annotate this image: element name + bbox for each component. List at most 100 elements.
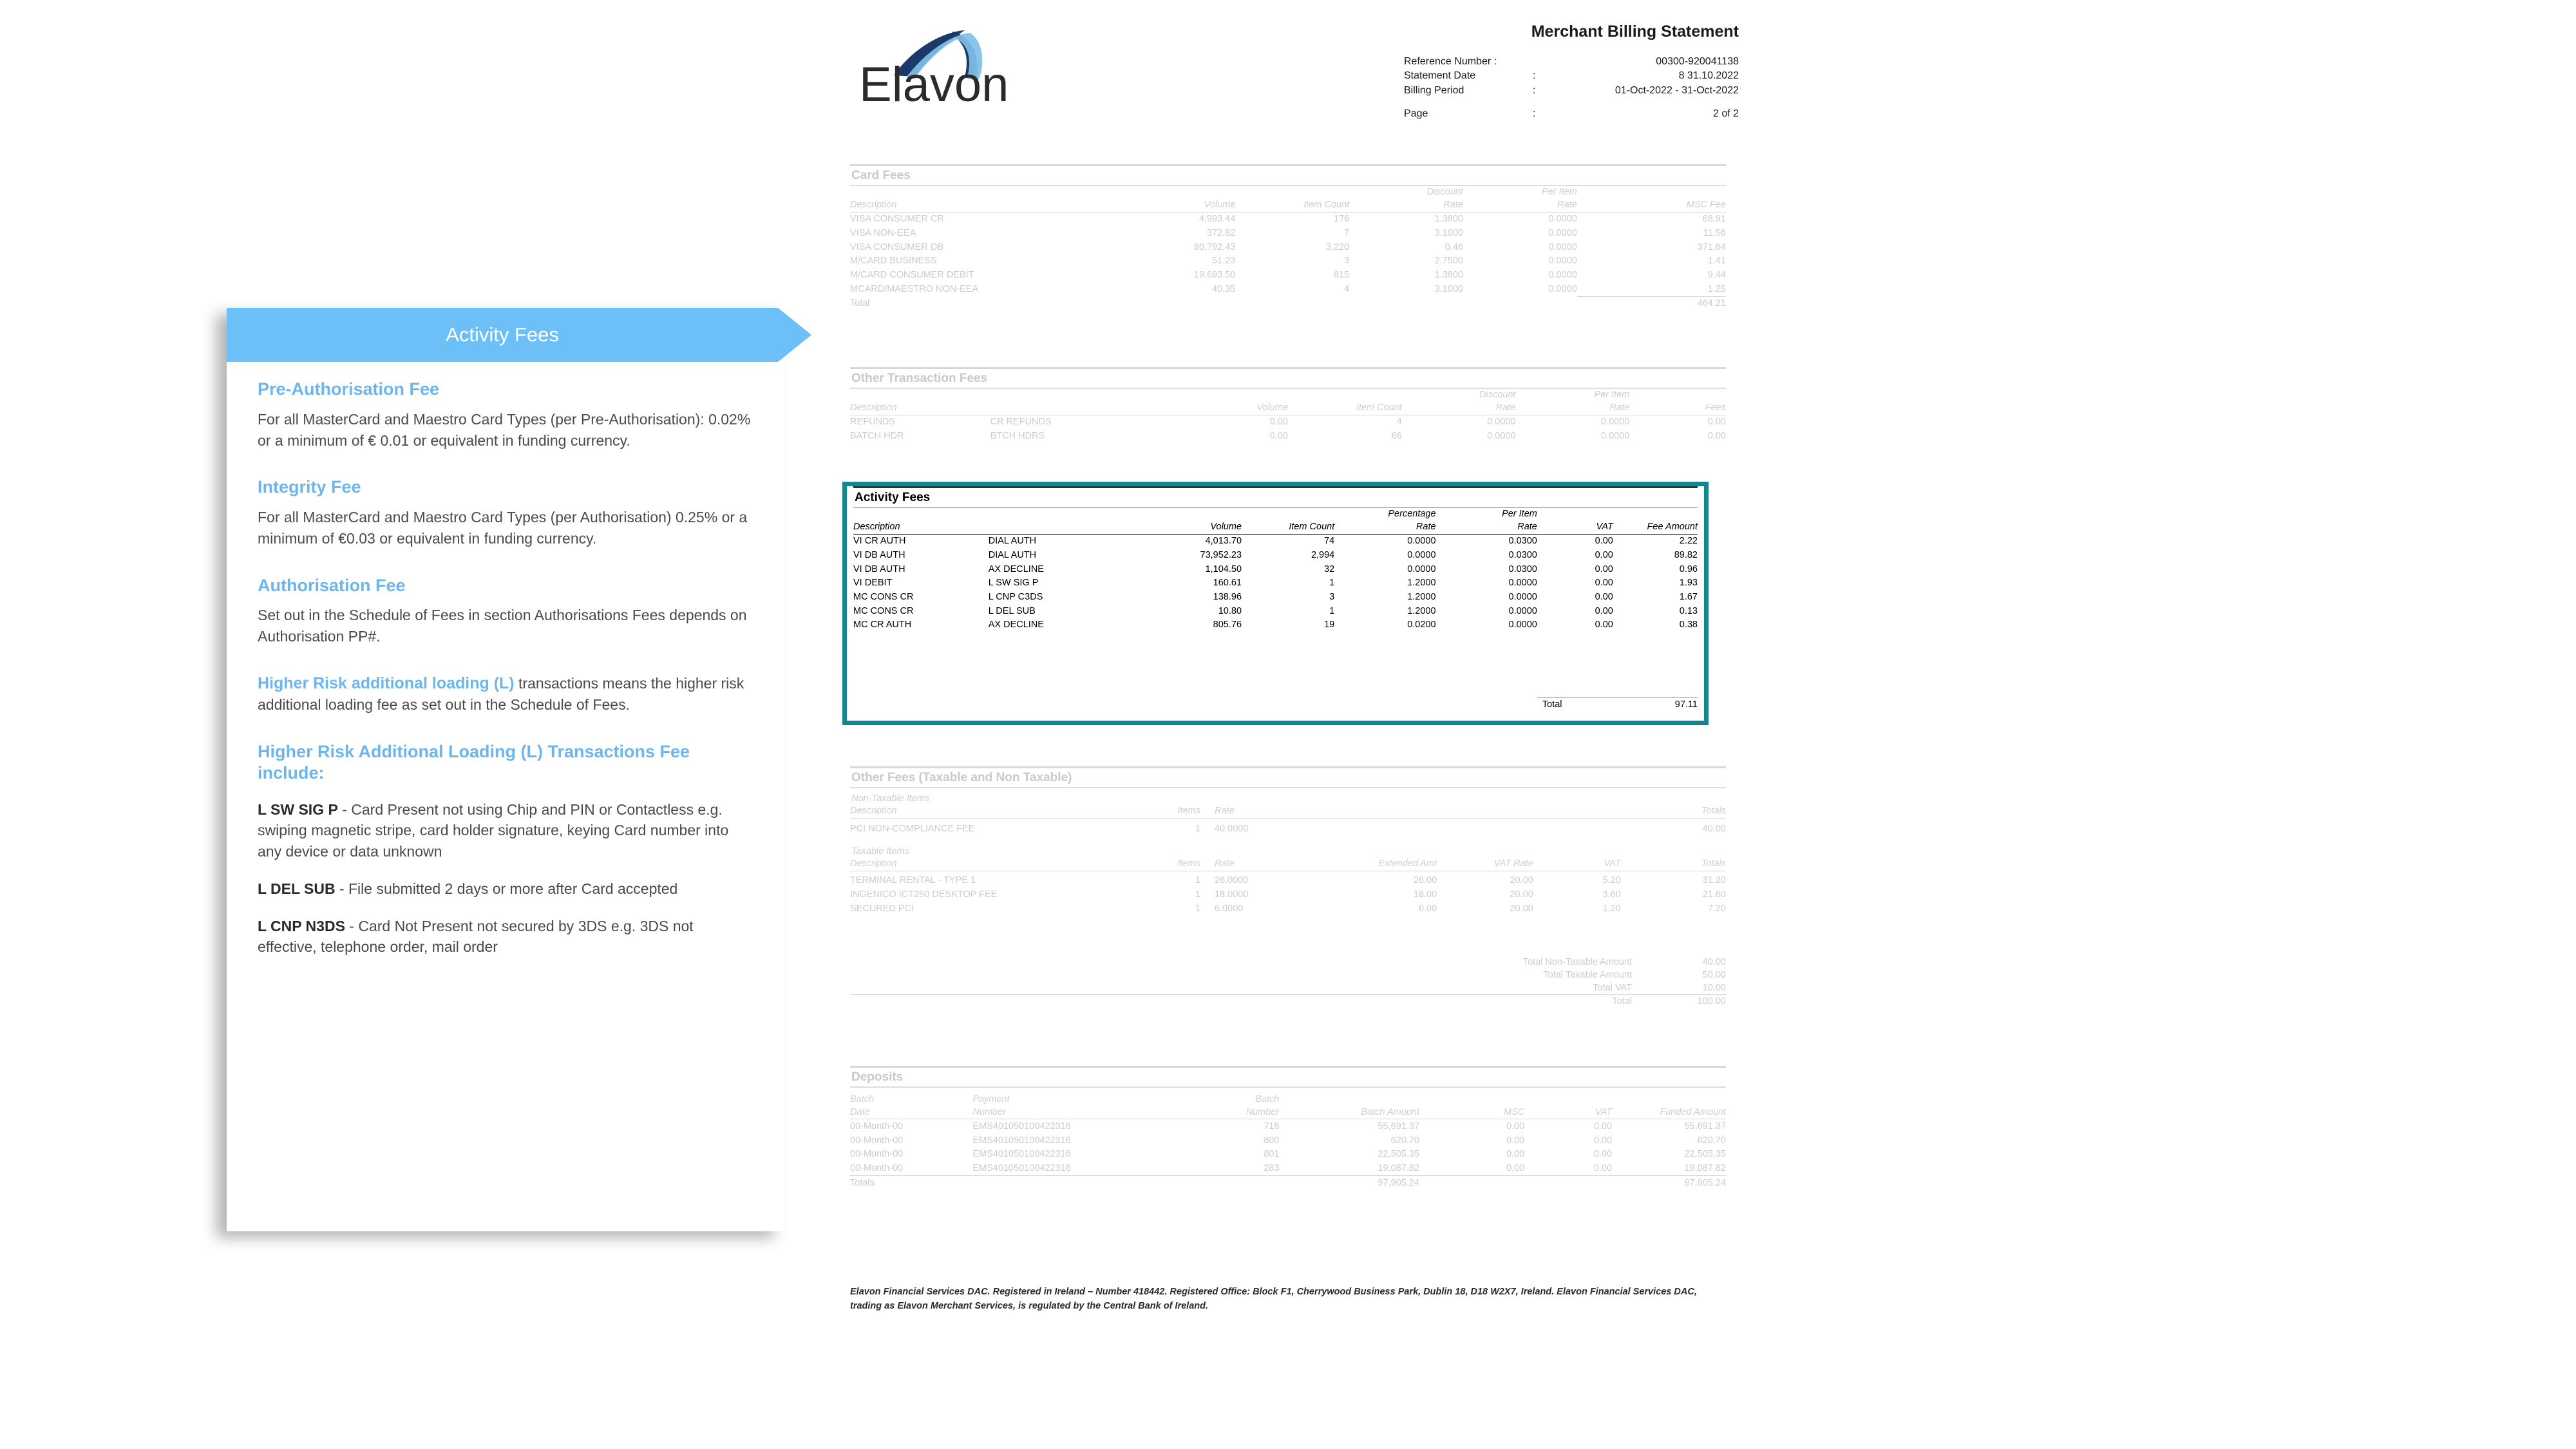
meta-colon — [1533, 55, 1558, 69]
list-item: L DEL SUB - File submitted 2 days or mor… — [258, 878, 753, 899]
cell-vat: 0.00 — [1595, 549, 1613, 560]
col-head-per-item-rate: Rate — [1463, 199, 1577, 213]
table-row: 00-Month-00 EMS401050100422316 800 620.70 0.… — [850, 1133, 1726, 1148]
cell-count: 3 — [1329, 591, 1335, 602]
cell-payment-number: EMS401050100422316 — [972, 1149, 1071, 1160]
col-head-top-batch: Batch — [850, 1094, 875, 1104]
cell-peritem: 0.0000 — [1508, 578, 1537, 589]
cell-batch-amount: 620.70 — [1390, 1135, 1419, 1146]
cell-discount: 0.0000 — [1487, 417, 1516, 428]
statement-meta-table: Reference Number : 00300-920041138 State… — [1404, 55, 1739, 122]
cell-count: 7 — [1344, 227, 1350, 238]
cell-description-2: L CNP C3DS — [988, 591, 1043, 602]
header-row: Description Volume Item Count Rate Rate … — [853, 521, 1698, 535]
totals-funded-amount: 97,905.24 — [1612, 1175, 1726, 1190]
meta-label: Statement Date — [1404, 70, 1476, 82]
cell-volume: 4,993.44 — [1198, 214, 1236, 225]
cell-count: 1 — [1329, 578, 1335, 589]
col-head-items: Items — [1104, 805, 1200, 819]
col-head-extended-amt: Extended Amt — [1296, 858, 1437, 871]
total-row: Total 100.00 — [850, 994, 1726, 1008]
accent-text: Higher Risk additional loading (L) — [258, 674, 515, 692]
cell-batch-number: 283 — [1264, 1162, 1280, 1173]
table-row: VI DB AUTH AX DECLINE 1,104.50 32 0.0000 0.03… — [853, 562, 1698, 576]
col-head-percentage-rate: Rate — [1334, 521, 1436, 535]
header-top-row: Batch Payment Batch — [850, 1088, 1726, 1106]
cell-pct: 0.0000 — [1407, 549, 1436, 560]
cell-description-2: L SW SIG P — [988, 578, 1039, 589]
cell-description: MC CONS CR — [853, 605, 914, 616]
header-row: Date Number Number Batch Amount MSC VAT … — [850, 1106, 1726, 1120]
deposits-table: Batch Payment Batch Date Number Number B… — [850, 1088, 1726, 1190]
heading-higher-risk-list: Higher Risk Additional Loading (L) Trans… — [258, 742, 690, 783]
cell-vat: 5.20 — [1602, 875, 1621, 886]
cell-funded-amount: 22,505.35 — [1684, 1149, 1726, 1160]
cell-volume: 372.82 — [1207, 227, 1236, 238]
col-head-per-item-rate: Rate — [1435, 521, 1537, 535]
cell-date: 00-Month-00 — [850, 1121, 904, 1132]
cell-ext: 18.00 — [1413, 889, 1437, 900]
cell-count: 32 — [1324, 564, 1335, 574]
cell-vat: 1.20 — [1602, 903, 1621, 914]
cell-msc: 0.00 — [1506, 1162, 1525, 1173]
col-head-item-count: Item Count — [1235, 199, 1350, 213]
cell-volume: 0.00 — [1269, 417, 1288, 428]
cell-description-2: L DEL SUB — [988, 605, 1036, 616]
cell-batch-number: 800 — [1264, 1135, 1280, 1146]
card-fees-table: Discount Per Item Description Volume Ite… — [850, 186, 1726, 311]
cell-fee: 0.38 — [1679, 620, 1698, 630]
total-value: 97.11 — [1613, 697, 1698, 712]
cell-items: 1 — [1195, 903, 1200, 914]
col-head-top: Per Item — [1502, 509, 1537, 520]
cell-pct: 0.0200 — [1407, 620, 1436, 630]
col-head-description: Description — [850, 805, 1104, 819]
cell-volume: 10.80 — [1218, 605, 1242, 616]
cell-description: M/CARD CONSUMER DEBIT — [850, 269, 974, 280]
col-head-vat: VAT — [1533, 858, 1621, 871]
header-row: Description Items Rate Extended Amt VAT … — [850, 858, 1726, 871]
col-head-vat: VAT — [1524, 1106, 1613, 1120]
cell-description: MCARD/MAESTRO NON-EEA — [850, 283, 978, 294]
cell-count: 4 — [1344, 283, 1350, 294]
cell-vat: 0.00 — [1593, 1149, 1613, 1160]
header-row: Description Volume Item Count Rate Rate … — [850, 199, 1726, 213]
bullet-code: L SW SIG P — [258, 801, 338, 819]
cell-vat: 0.00 — [1593, 1135, 1613, 1146]
cell-total: 21.60 — [1702, 889, 1726, 900]
cell-peritem: 0.0300 — [1508, 536, 1537, 547]
banner-title: Activity Fees — [446, 323, 559, 346]
cell-count: 176 — [1333, 214, 1350, 225]
callout-banner: Activity Fees — [227, 308, 811, 362]
table-row: 00-Month-00 EMS401050100422316 718 55,691.3… — [850, 1119, 1726, 1133]
col-head-discount-rate: Rate — [1401, 402, 1516, 415]
cell-description: VI CR AUTH — [853, 536, 906, 547]
cell-payment-number: EMS401050100422316 — [972, 1121, 1071, 1132]
col-head-volume: Volume — [1182, 402, 1288, 415]
cell-fee: 0.96 — [1679, 564, 1698, 574]
meta-label: Reference Number : — [1404, 56, 1497, 67]
cell-msc: 0.00 — [1506, 1121, 1525, 1132]
section-other-fees: Other Fees (Taxable and Non Taxable) Non… — [850, 766, 1726, 1008]
cell-payment-number: EMS401050100422316 — [972, 1135, 1071, 1146]
col-head-number: Number — [972, 1106, 1192, 1120]
col-head-fees: Fees — [1629, 402, 1726, 415]
cell-count: 3 — [1344, 256, 1350, 267]
cell-volume: 0.00 — [1269, 430, 1288, 441]
cell-rate: 6.0000 — [1214, 903, 1244, 914]
cell-volume: 160.61 — [1213, 578, 1242, 589]
table-row: VISA NON-EEA 372.82 7 3.1000 0.0000 11.56 — [850, 226, 1726, 240]
totals-label: Totals — [850, 1175, 973, 1190]
cell-batch-number: 801 — [1264, 1149, 1280, 1160]
table-row: MCARD/MAESTRO NON-EEA 40.35 4 3.1000 0.0000 1… — [850, 282, 1726, 296]
cell-batch-number: 718 — [1264, 1121, 1280, 1132]
total-value: 40.00 — [1702, 956, 1726, 967]
col-head-batch-number: Number — [1191, 1106, 1280, 1120]
section-title: Other Fees (Taxable and Non Taxable) — [850, 768, 1726, 788]
col-head-description: Description — [850, 199, 1113, 213]
col-head-msc-fee: MSC Fee — [1577, 199, 1726, 213]
cell-batch-amount: 55,691.37 — [1378, 1121, 1419, 1132]
taxable-items-table: Description Items Rate Extended Amt VAT … — [850, 858, 1726, 916]
cell-pct: 1.2000 — [1407, 578, 1436, 589]
total-row: Total 464.21 — [850, 296, 1726, 311]
cell-items: 1 — [1195, 824, 1200, 834]
